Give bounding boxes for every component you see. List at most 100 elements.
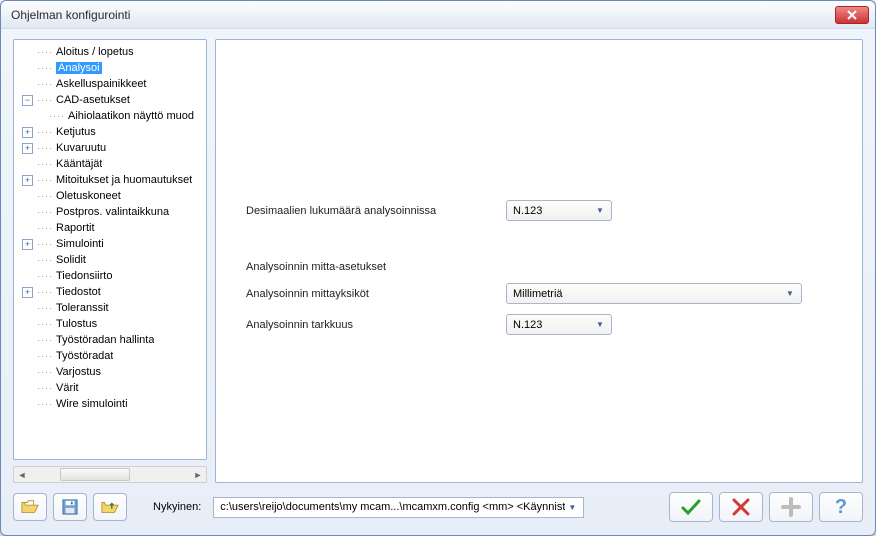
tree-item[interactable]: ····Aihiolaatikon näyttö muod [14, 108, 206, 124]
content-panel: Desimaalien lukumäärä analysoinnissa N.1… [215, 39, 863, 483]
tree-item-label: Simulointi [56, 238, 104, 250]
tree-item[interactable]: ····Postpros. valintaikkuna [14, 204, 206, 220]
tree-item-label: Solidit [56, 254, 86, 266]
units-dropdown[interactable]: Millimetriä ▼ [506, 283, 802, 304]
tree-item[interactable]: ····Analysoi [14, 60, 206, 76]
tree-item[interactable]: ····Wire simulointi [14, 396, 206, 412]
current-label: Nykyinen: [153, 501, 201, 513]
tree-connector: ···· [37, 127, 53, 137]
plus-icon [781, 497, 801, 517]
section-row: Analysoinnin mitta-asetukset [246, 261, 832, 273]
tree-indent [22, 319, 33, 330]
current-config-value: c:\users\reijo\documents\my mcam...\mcam… [220, 501, 565, 513]
tree-item[interactable]: ····Varjostus [14, 364, 206, 380]
tree-item[interactable]: +····Kuvaruutu [14, 140, 206, 156]
tree-indent [22, 63, 33, 74]
current-config-dropdown[interactable]: c:\users\reijo\documents\my mcam...\mcam… [213, 497, 584, 518]
tree-connector: ···· [37, 207, 53, 217]
tree-connector: ···· [37, 255, 53, 265]
tree-connector: ···· [37, 159, 53, 169]
scroll-left-arrow[interactable]: ◄ [14, 467, 30, 482]
expand-icon[interactable]: + [22, 127, 33, 138]
tree-item[interactable]: −····CAD-asetukset [14, 92, 206, 108]
floppy-icon [61, 499, 79, 515]
tree-item-label: Työstöradat [56, 350, 113, 362]
chevron-down-icon: ▼ [593, 320, 607, 329]
tree-hscrollbar[interactable]: ◄ ► [13, 466, 207, 483]
tree-connector: ···· [37, 351, 53, 361]
tree-item-label: Wire simulointi [56, 398, 128, 410]
collapse-icon[interactable]: − [22, 95, 33, 106]
cancel-button[interactable] [719, 492, 763, 522]
close-icon [847, 10, 857, 20]
tree-indent [22, 79, 33, 90]
tree-indent [22, 159, 33, 170]
tree-connector: ···· [37, 143, 53, 153]
tree-item[interactable]: +····Ketjutus [14, 124, 206, 140]
tree-item[interactable]: ····Raportit [14, 220, 206, 236]
scroll-track[interactable] [30, 467, 190, 482]
tree-item-label: Työstöradan hallinta [56, 334, 154, 346]
tree-item[interactable]: +····Tiedostot [14, 284, 206, 300]
tree-connector: ···· [37, 319, 53, 329]
cross-icon [732, 498, 750, 516]
tree-item-label: Mitoitukset ja huomautukset [56, 174, 192, 186]
tree-item[interactable]: ····Solidit [14, 252, 206, 268]
precision-value: N.123 [513, 319, 593, 331]
tree-connector: ···· [37, 223, 53, 233]
tree-connector: ···· [37, 367, 53, 377]
tree-item[interactable]: ····Aloitus / lopetus [14, 44, 206, 60]
tree-item[interactable]: ····Työstöradan hallinta [14, 332, 206, 348]
tree-connector: ···· [37, 47, 53, 57]
add-button[interactable] [769, 492, 813, 522]
scroll-right-arrow[interactable]: ► [190, 467, 206, 482]
tree-connector: ···· [37, 271, 53, 281]
tree-item-label: CAD-asetukset [56, 94, 130, 106]
help-button[interactable]: ? [819, 492, 863, 522]
tree-item-label: Askelluspainikkeet [56, 78, 147, 90]
decimals-dropdown[interactable]: N.123 ▼ [506, 200, 612, 221]
close-button[interactable] [835, 6, 869, 24]
tree-item[interactable]: ····Tiedonsiirto [14, 268, 206, 284]
tree-connector: ···· [37, 287, 53, 297]
tree-item[interactable]: +····Mitoitukset ja huomautukset [14, 172, 206, 188]
save-button[interactable] [53, 493, 87, 521]
tree-indent [22, 207, 33, 218]
window-title: Ohjelman konfigurointi [11, 8, 835, 22]
tree-item[interactable]: ····Työstöradat [14, 348, 206, 364]
units-label: Analysoinnin mittayksiköt [246, 288, 506, 300]
tree-item[interactable]: ····Oletuskoneet [14, 188, 206, 204]
tree-connector: ···· [37, 95, 53, 105]
tree-item[interactable]: + ····Simulointi [14, 236, 206, 252]
tree-item[interactable]: ····Värit [14, 380, 206, 396]
tree-item-label: Kääntäjät [56, 158, 102, 170]
expand-icon[interactable]: + [22, 239, 33, 250]
tree-item[interactable]: ····Tulostus [14, 316, 206, 332]
decimals-value: N.123 [513, 205, 593, 217]
precision-dropdown[interactable]: N.123 ▼ [506, 314, 612, 335]
tree-item-label: Värit [56, 382, 79, 394]
open-button[interactable] [13, 493, 47, 521]
tree-item[interactable]: ····Askelluspainikkeet [14, 76, 206, 92]
saveas-button[interactable] [93, 493, 127, 521]
tree-indent [22, 271, 33, 282]
tree-connector: ···· [37, 239, 53, 249]
ok-button[interactable] [669, 492, 713, 522]
tree-item[interactable]: ····Toleranssit [14, 300, 206, 316]
footer: Nykyinen: c:\users\reijo\documents\my mc… [1, 487, 875, 535]
expand-icon[interactable]: + [22, 143, 33, 154]
chevron-down-icon: ▼ [565, 503, 579, 512]
tree-item-label: Toleranssit [56, 302, 109, 314]
tree-connector: ···· [49, 111, 65, 121]
tree-indent [22, 255, 33, 266]
category-tree[interactable]: ····Aloitus / lopetus····Analysoi····Ask… [13, 39, 207, 460]
tree-item[interactable]: ····Kääntäjät [14, 156, 206, 172]
titlebar: Ohjelman konfigurointi [1, 1, 875, 29]
tree-connector: ···· [37, 335, 53, 345]
units-value: Millimetriä [513, 288, 783, 300]
tree-indent [34, 111, 45, 122]
expand-icon[interactable]: + [22, 287, 33, 298]
expand-icon[interactable]: + [22, 175, 33, 186]
scroll-thumb[interactable] [60, 468, 130, 481]
folder-up-icon [101, 499, 119, 515]
